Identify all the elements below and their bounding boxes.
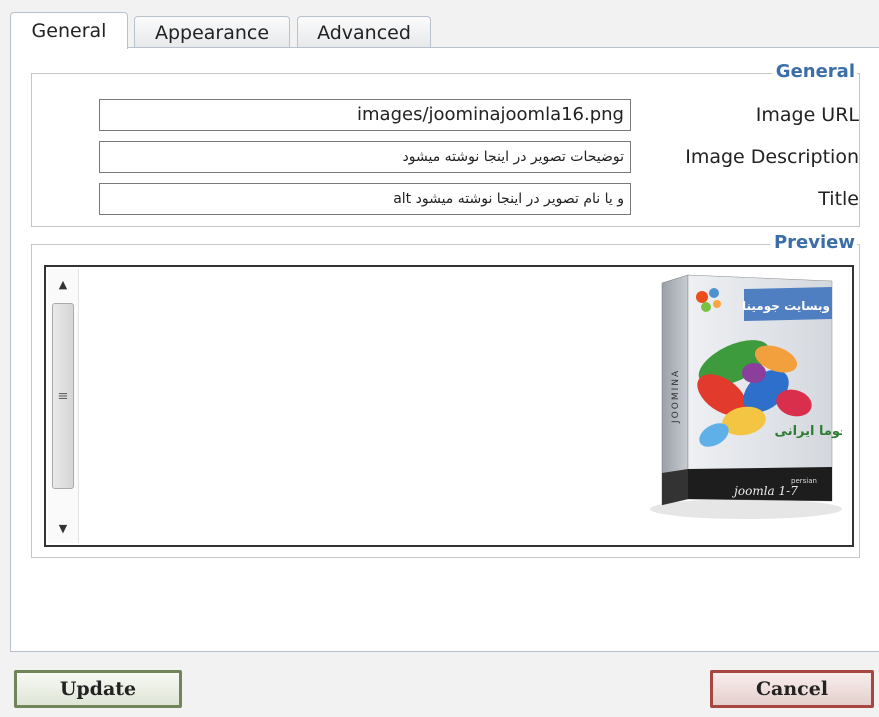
box-subtitle: جوما ایرانی <box>775 424 842 439</box>
preview-fieldset: Preview ▲ ≡ ▼ وبسایت جومینا JOOMINA جوما… <box>31 232 860 558</box>
image-url-input[interactable]: images/joominajoomla16.png <box>99 99 631 131</box>
tab-appearance[interactable]: Appearance <box>134 16 290 48</box>
preview-image: وبسایت جومینا JOOMINA جوما ایرانی persia… <box>650 274 842 519</box>
cancel-button[interactable]: Cancel <box>710 670 874 708</box>
title-input[interactable]: alt و یا نام تصویر در اینجا نوشته میشود <box>99 183 631 215</box>
box-banner-text: وبسایت جومینا <box>742 299 830 314</box>
image-url-label: Image URL <box>755 104 859 126</box>
preview-frame: ▲ ≡ ▼ وبسایت جومینا JOOMINA جوما ایرانی … <box>44 265 854 547</box>
tab-panel-general: General images/joominajoomla16.png Image… <box>10 47 879 652</box>
general-legend: General <box>771 61 857 83</box>
image-description-input[interactable]: توضیحات تصویر در اینجا نوشته میشود <box>99 141 631 173</box>
title-label: Title <box>818 188 859 210</box>
box-side-brand: JOOMINA <box>671 369 681 424</box>
scroll-up-icon[interactable]: ▲ <box>48 273 78 295</box>
tab-advanced[interactable]: Advanced <box>297 16 431 48</box>
tab-general[interactable]: General <box>10 12 128 49</box>
scroll-thumb[interactable]: ≡ <box>52 303 74 489</box>
box-version: joomla 1-7 <box>731 484 798 498</box>
update-button[interactable]: Update <box>14 670 182 708</box>
general-fieldset: General images/joominajoomla16.png Image… <box>31 61 860 227</box>
image-description-label: Image Description <box>685 146 859 168</box>
preview-legend: Preview <box>769 232 857 254</box>
preview-scrollbar[interactable]: ▲ ≡ ▼ <box>48 269 79 543</box>
scroll-down-icon[interactable]: ▼ <box>48 517 78 539</box>
